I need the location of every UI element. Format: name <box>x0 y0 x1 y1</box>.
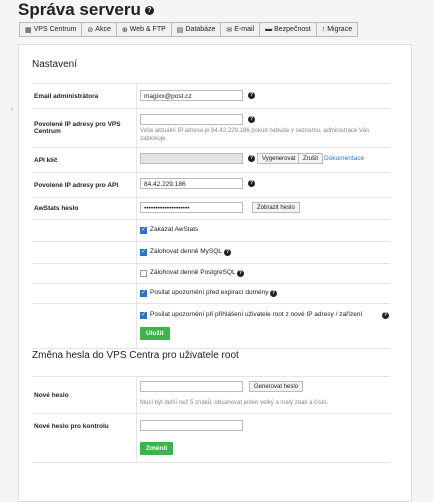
row-allowed-ip-api: Povolené IP adresy pro API 84.42.229.186… <box>32 173 390 198</box>
root-login-alert-label: Posílat upozornění při přihlášení uživat… <box>150 311 363 318</box>
tab-label: Databáze <box>185 26 216 33</box>
help-icon[interactable]: ? <box>382 312 389 319</box>
admin-email-input[interactable]: magixx@post.cz <box>140 90 243 101</box>
backup-postgresql-label: Zálohovat denně PostgreSQL <box>150 269 236 276</box>
password-heading: Změna hesla do VPS Centra pro uživatele … <box>32 350 239 361</box>
tab-bar: ▦ VPS Centrum ⊘ Akce ⊕ Web & FTP ▤ Databáze … <box>19 22 359 37</box>
upload-icon: ↑ <box>321 26 326 33</box>
allowed-ip-api-input[interactable]: 84.42.229.186 <box>140 178 243 189</box>
help-icon[interactable]: ? <box>248 92 255 99</box>
chevron-right-icon: › <box>11 107 13 113</box>
generate-api-key-button[interactable]: Vygenerovat <box>257 153 301 164</box>
confirm-password-input[interactable] <box>140 420 243 431</box>
help-icon[interactable]: ? <box>224 249 231 256</box>
api-key-label: API klíč <box>34 156 58 164</box>
allowed-ip-vps-label: Povolené IP adresy pro VPS Centrum <box>34 121 121 135</box>
row-checkbox-domain-expiry: Posílat upozornění před expirací domény … <box>32 284 390 304</box>
backup-mysql-label: Zálohovat denně MySQL <box>150 248 222 255</box>
domain-expiry-label: Posílat upozornění před expirací domény <box>150 289 269 296</box>
globe-icon: ⊕ <box>121 26 128 34</box>
grid-icon: ▦ <box>25 26 32 34</box>
new-password-input[interactable] <box>140 381 243 392</box>
tab-label: Bezpečnost <box>274 26 311 33</box>
row-checkbox-root-login: Posílat upozornění při přihlášení uživat… <box>32 304 390 349</box>
admin-email-label: Email administrátora <box>34 92 99 100</box>
tab-label: E-mail <box>234 26 255 33</box>
row-checkbox-postgresql: Zálohovat denně PostgreSQL ? <box>32 264 390 284</box>
help-icon[interactable]: ? <box>144 6 154 16</box>
documentation-link[interactable]: Dokumentace <box>324 155 364 162</box>
tab-migrace[interactable]: ↑ Migrace <box>315 22 359 37</box>
disable-awstats-checkbox[interactable] <box>140 226 147 234</box>
settings-heading: Nastavení <box>32 59 78 70</box>
new-password-hint: Musí být delší než 5 znaků, obsahovat je… <box>140 400 329 406</box>
save-button[interactable]: Uložit <box>140 327 170 340</box>
tab-label: Akce <box>95 26 111 33</box>
settings-panel: Nastavení Email administrátora magixx@po… <box>18 44 412 502</box>
awstats-password-input[interactable]: •••••••••••••••••••• <box>140 202 243 213</box>
row-allowed-ip-vps: Povolené IP adresy pro VPS Centrum ? Vaš… <box>32 109 390 148</box>
envelope-icon: ✉ <box>226 26 233 34</box>
help-icon[interactable]: ? <box>248 180 255 187</box>
tab-bezpecnost[interactable]: ▬ Bezpečnost <box>259 22 317 37</box>
backup-postgresql-checkbox[interactable] <box>140 270 147 277</box>
allowed-ip-api-label: Povolené IP adresy pro API <box>34 181 119 189</box>
allowed-ip-vps-input[interactable] <box>140 114 243 125</box>
row-admin-email: Email administrátora magixx@post.cz ? <box>32 84 390 109</box>
tab-web-ftp[interactable]: ⊕ Web & FTP <box>115 22 172 37</box>
tab-vps-centrum[interactable]: ▦ VPS Centrum <box>19 22 83 37</box>
tab-label: VPS Centrum <box>33 26 77 33</box>
row-new-password: Nové heslo Generovat heslo Musí být delš… <box>32 377 390 414</box>
cancel-api-key-button[interactable]: Zrušit <box>298 153 323 164</box>
domain-expiry-checkbox[interactable] <box>140 289 147 297</box>
row-checkbox-awstats: Zakázat AwStats <box>32 220 390 242</box>
tab-label: Migrace <box>327 26 353 33</box>
database-icon: ▤ <box>176 26 184 34</box>
row-checkbox-mysql: Zálohovat denně MySQL ? <box>32 242 390 264</box>
settings-form: Email administrátora magixx@post.cz ? Po… <box>32 83 390 349</box>
tab-akce[interactable]: ⊘ Akce <box>81 22 117 37</box>
tab-databaze[interactable]: ▤ Databáze <box>170 22 222 37</box>
ban-icon: ⊘ <box>87 26 94 34</box>
help-icon[interactable]: ? <box>270 290 277 297</box>
allowed-ip-vps-hint: Vaše aktuální IP adresa je 84.42.229.186… <box>140 128 370 142</box>
new-password-label: Nové heslo <box>34 391 69 399</box>
row-awstats: AwStats heslo •••••••••••••••••••• Zobra… <box>32 198 390 220</box>
confirm-password-label: Nové heslo pro kontrolu <box>34 423 109 430</box>
lock-icon: ▬ <box>265 26 273 33</box>
backup-mysql-checkbox[interactable] <box>140 248 147 256</box>
show-password-button[interactable]: Zobrazit heslo <box>252 202 300 213</box>
awstats-label: AwStats heslo <box>34 205 79 212</box>
generate-password-button[interactable]: Generovat heslo <box>249 381 304 392</box>
disable-awstats-label: Zakázat AwStats <box>150 226 199 233</box>
help-icon[interactable]: ? <box>237 270 244 277</box>
help-icon[interactable]: ? <box>248 155 255 162</box>
page-title: Správa serveru? <box>18 0 154 20</box>
change-password-button[interactable]: Změnit <box>140 442 174 455</box>
api-key-input <box>140 153 243 164</box>
tab-email[interactable]: ✉ E-mail <box>220 22 261 37</box>
root-login-alert-checkbox[interactable] <box>140 311 147 319</box>
row-confirm-password: Nové heslo pro kontrolu Změnit <box>32 414 390 463</box>
tab-label: Web & FTP <box>129 26 166 33</box>
row-api-key: API klíč ? Vygenerovat Zrušit Dokumentac… <box>32 148 390 173</box>
help-icon[interactable]: ? <box>248 116 255 123</box>
password-form: Nové heslo Generovat heslo Musí být delš… <box>32 376 390 463</box>
